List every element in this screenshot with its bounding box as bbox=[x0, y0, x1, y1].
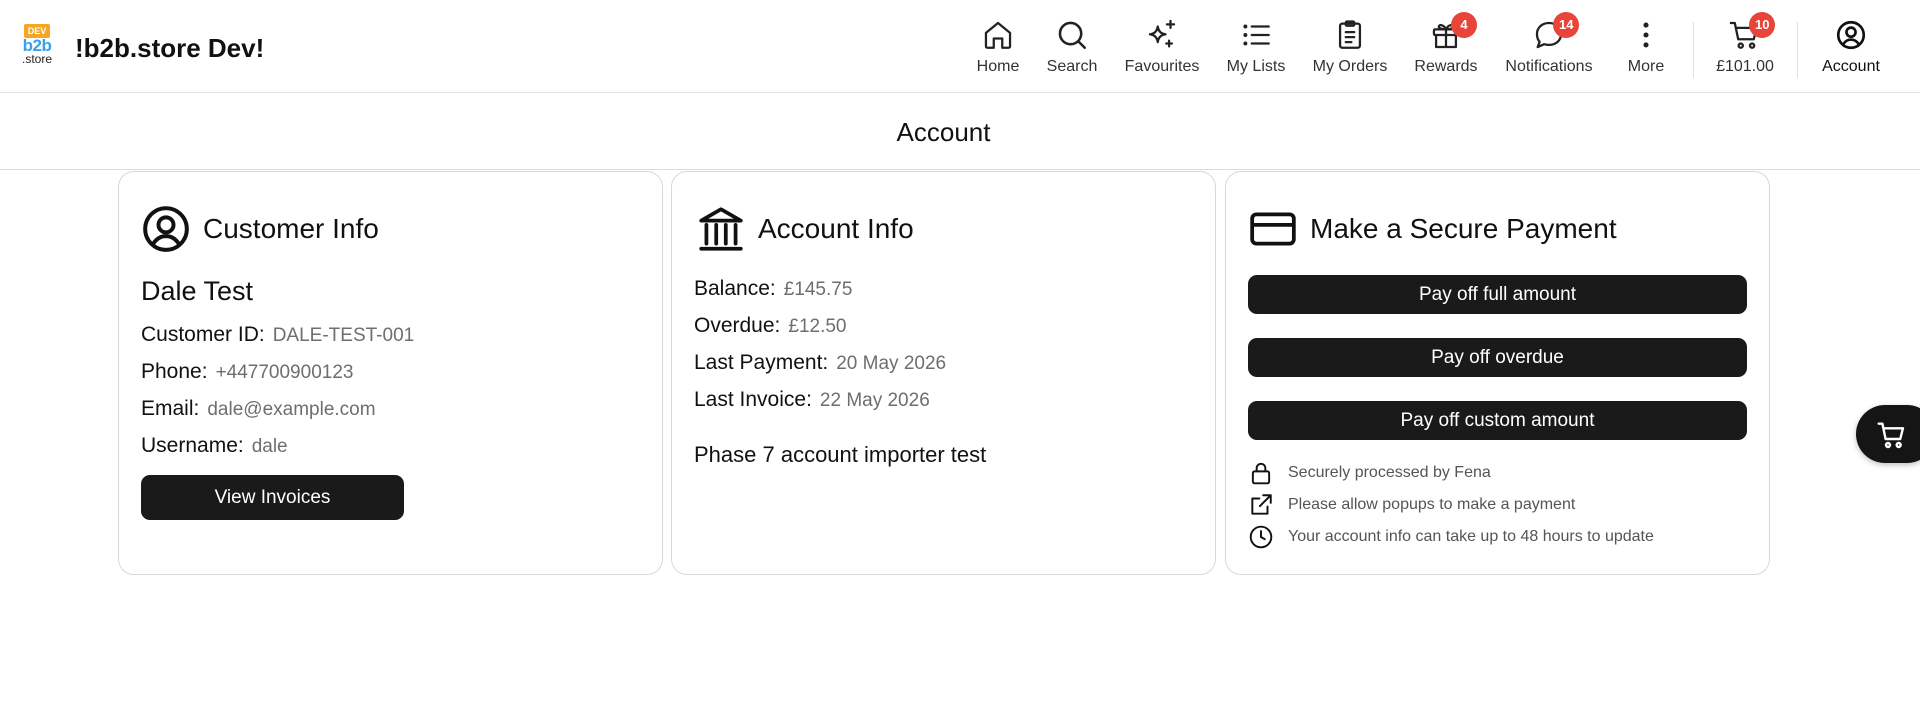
card-header: Make a Secure Payment bbox=[1248, 204, 1617, 254]
nav-label: Favourites bbox=[1124, 58, 1200, 75]
customer-info-card: Customer Info Dale Test Customer ID: DALE… bbox=[118, 171, 663, 575]
field-value: dale@example.com bbox=[207, 399, 376, 420]
nav-more[interactable]: More bbox=[1624, 18, 1668, 76]
account-info-card: Account Info Balance: £145.75 Overdue: £12… bbox=[671, 171, 1216, 575]
nav-label: Rewards bbox=[1414, 58, 1478, 75]
page-title: Account bbox=[896, 117, 991, 147]
customer-id-row: Customer ID: DALE-TEST-001 bbox=[141, 323, 414, 347]
nav-divider bbox=[1693, 22, 1694, 78]
username-row: Username: dale bbox=[141, 434, 288, 458]
sparkle-icon bbox=[1148, 19, 1176, 48]
field-value: 22 May 2026 bbox=[819, 390, 930, 411]
user-circle-icon bbox=[1836, 20, 1866, 50]
nav-divider bbox=[1797, 22, 1798, 78]
top-navigation-bar: DEV b2b .store !b2b.store Dev! Home Sear… bbox=[0, 0, 1920, 93]
nav-rewards[interactable]: Rewards 4 bbox=[1413, 12, 1479, 76]
credit-card-icon bbox=[1250, 212, 1296, 246]
account-note: Phase 7 account importer test bbox=[694, 442, 987, 467]
note-text: Please allow popups to make a payment bbox=[1288, 496, 1576, 513]
secure-processing-note: Securely processed by Fena bbox=[1248, 460, 1491, 486]
lock-icon bbox=[1251, 462, 1271, 485]
search-icon bbox=[1058, 21, 1087, 50]
pay-overdue-button[interactable]: Pay off overdue bbox=[1248, 338, 1747, 377]
nav-label: My Lists bbox=[1226, 58, 1286, 75]
field-label: Customer ID: bbox=[141, 323, 265, 346]
list-icon bbox=[1243, 24, 1270, 46]
field-label: Balance: bbox=[694, 277, 776, 300]
cart-icon bbox=[1877, 422, 1905, 449]
nav-label: Notifications bbox=[1505, 58, 1593, 75]
pay-custom-amount-button[interactable]: Pay off custom amount bbox=[1248, 401, 1747, 440]
field-value: £145.75 bbox=[783, 279, 853, 300]
card-title: Make a Secure Payment bbox=[1310, 213, 1617, 244]
customer-name: Dale Test bbox=[141, 276, 254, 306]
clock-icon bbox=[1249, 525, 1273, 549]
card-header: Account Info bbox=[696, 204, 914, 254]
nav-my-lists[interactable]: My Lists bbox=[1224, 18, 1288, 76]
nav-my-orders[interactable]: My Orders bbox=[1310, 18, 1390, 76]
store-logo[interactable]: DEV b2b .store bbox=[20, 24, 54, 66]
last-payment-row: Last Payment: 20 May 2026 bbox=[694, 351, 946, 375]
external-link-icon bbox=[1251, 494, 1272, 515]
payment-card: Make a Secure Payment Pay off full amoun… bbox=[1225, 171, 1770, 575]
overdue-row: Overdue: £12.50 bbox=[694, 314, 847, 338]
user-circle-icon bbox=[143, 206, 189, 252]
card-title: Customer Info bbox=[203, 213, 379, 244]
nav-home[interactable]: Home bbox=[975, 18, 1021, 76]
field-value: DALE-TEST-001 bbox=[272, 325, 415, 346]
field-label: Overdue: bbox=[694, 314, 781, 337]
update-time-note: Your account info can take up to 48 hour… bbox=[1248, 524, 1654, 550]
nav-label: More bbox=[1627, 58, 1665, 75]
nav-label: Account bbox=[1822, 58, 1880, 75]
nav-cart[interactable]: £101.00 10 bbox=[1715, 12, 1776, 76]
last-invoice-row: Last Invoice: 22 May 2026 bbox=[694, 388, 930, 412]
page-title-bar: Account bbox=[0, 93, 1920, 170]
field-label: Phone: bbox=[141, 360, 208, 383]
nav-label: Search bbox=[1046, 58, 1098, 75]
nav-account[interactable]: Account bbox=[1818, 18, 1884, 76]
note-text: Your account info can take up to 48 hour… bbox=[1288, 528, 1654, 545]
field-value: £12.50 bbox=[788, 316, 847, 337]
bank-icon bbox=[699, 207, 743, 251]
card-header: Customer Info bbox=[141, 204, 379, 254]
card-title: Account Info bbox=[758, 213, 914, 244]
field-label: Email: bbox=[141, 397, 200, 420]
popups-note: Please allow popups to make a payment bbox=[1248, 492, 1575, 518]
nav-favourites[interactable]: Favourites bbox=[1122, 18, 1202, 76]
brand-name[interactable]: !b2b.store Dev! bbox=[75, 33, 264, 64]
nav-search[interactable]: Search bbox=[1045, 18, 1099, 76]
field-label: Last Invoice: bbox=[694, 388, 812, 411]
nav-label: Home bbox=[976, 58, 1020, 75]
cart-total: £101.00 bbox=[1716, 58, 1774, 75]
balance-row: Balance: £145.75 bbox=[694, 277, 852, 301]
more-vertical-icon bbox=[1643, 22, 1649, 48]
home-icon bbox=[984, 21, 1012, 49]
note-text: Securely processed by Fena bbox=[1288, 464, 1491, 481]
logo-suffix: .store bbox=[21, 52, 52, 66]
clipboard-icon bbox=[1338, 20, 1362, 49]
view-invoices-button[interactable]: View Invoices bbox=[141, 475, 404, 520]
cart-badge: 10 bbox=[1749, 12, 1776, 38]
field-value: 20 May 2026 bbox=[836, 353, 947, 374]
nav-label: My Orders bbox=[1312, 58, 1388, 75]
field-value: +447700900123 bbox=[215, 362, 354, 383]
floating-cart-button[interactable] bbox=[1856, 405, 1920, 463]
field-label: Username: bbox=[141, 434, 244, 457]
notifications-badge: 14 bbox=[1553, 12, 1580, 38]
pay-full-amount-button[interactable]: Pay off full amount bbox=[1248, 275, 1747, 314]
rewards-badge: 4 bbox=[1451, 12, 1477, 38]
field-label: Last Payment: bbox=[694, 351, 829, 374]
email-row: Email: dale@example.com bbox=[141, 397, 376, 421]
nav-notifications[interactable]: Notifications 14 bbox=[1502, 12, 1596, 76]
field-value: dale bbox=[251, 436, 288, 457]
phone-row: Phone: +447700900123 bbox=[141, 360, 353, 384]
